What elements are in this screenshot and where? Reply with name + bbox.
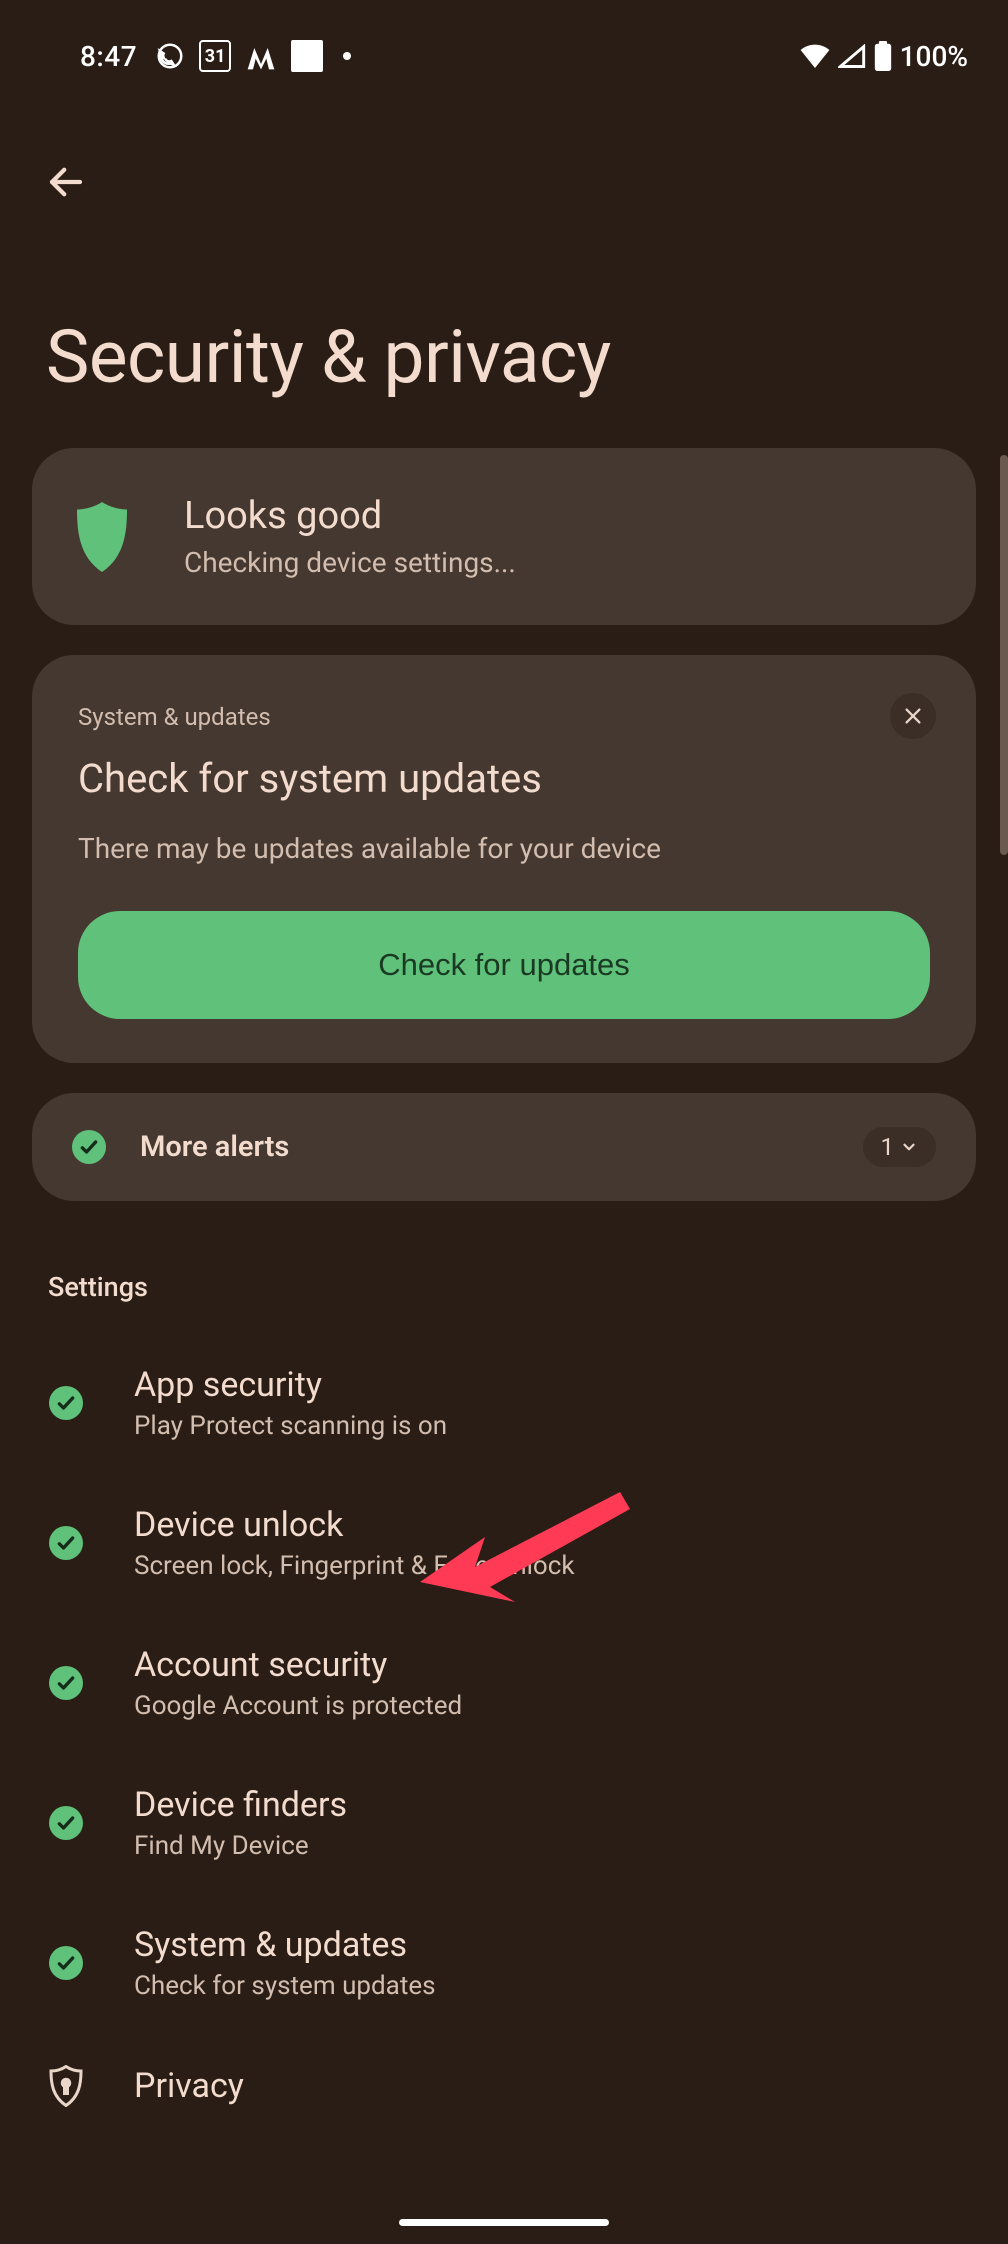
check-icon: [72, 1130, 106, 1164]
status-left: 8:47 31: [80, 40, 351, 73]
setting-subtitle: Check for system updates: [134, 1971, 436, 2001]
chevron-down-icon: [900, 1138, 918, 1156]
system-updates-card: System & updates Check for system update…: [32, 655, 976, 1063]
status-bar: 8:47 31 100%: [0, 0, 1008, 90]
shield-icon: [72, 502, 132, 572]
clock-text: 8:47: [80, 40, 137, 73]
alerts-count-pill: 1: [863, 1127, 937, 1167]
setting-title: Device finders: [134, 1785, 347, 1825]
notification-dot-icon: [343, 52, 351, 60]
back-button[interactable]: [34, 150, 98, 214]
status-subtitle: Checking device settings...: [184, 546, 516, 579]
status-right: 100%: [800, 40, 968, 73]
security-status-card[interactable]: Looks good Checking device settings...: [32, 448, 976, 625]
setting-subtitle: Google Account is protected: [134, 1691, 462, 1721]
check-icon: [49, 1526, 83, 1560]
battery-icon: [874, 41, 892, 71]
content: Looks good Checking device settings... S…: [0, 448, 1008, 2139]
setting-app-security[interactable]: App security Play Protect scanning is on: [32, 1333, 976, 1473]
setting-title: Account security: [134, 1645, 462, 1685]
check-icon: [49, 1946, 83, 1980]
gesture-bar[interactable]: [399, 2219, 609, 2226]
setting-system-updates[interactable]: System & updates Check for system update…: [32, 1893, 976, 2033]
settings-section-label: Settings: [32, 1231, 976, 1333]
setting-title: Privacy: [134, 2066, 244, 2106]
scrollbar[interactable]: [1000, 455, 1008, 855]
setting-subtitle: Play Protect scanning is on: [134, 1411, 447, 1441]
check-icon: [49, 1386, 83, 1420]
wifi-icon: [800, 44, 830, 68]
setting-device-unlock[interactable]: Device unlock Screen lock, Fingerprint &…: [32, 1473, 976, 1613]
setting-subtitle: Screen lock, Fingerprint & Face Unlock: [134, 1551, 575, 1581]
update-eyebrow: System & updates: [78, 703, 930, 731]
check-icon: [49, 1666, 83, 1700]
setting-device-finders[interactable]: Device finders Find My Device: [32, 1753, 976, 1893]
more-alerts-label: More alerts: [140, 1130, 829, 1164]
battery-percent: 100%: [900, 40, 968, 73]
more-alerts-row[interactable]: More alerts 1: [32, 1093, 976, 1201]
setting-title: System & updates: [134, 1925, 436, 1965]
privacy-shield-icon: [48, 2065, 84, 2107]
status-title: Looks good: [184, 494, 516, 538]
setting-privacy[interactable]: Privacy: [32, 2033, 976, 2139]
calendar-icon: 31: [199, 40, 231, 72]
m-app-icon: [245, 41, 277, 71]
close-icon: [902, 705, 924, 727]
page-title: Security & privacy: [34, 214, 974, 448]
alerts-count: 1: [881, 1133, 895, 1161]
setting-title: App security: [134, 1365, 447, 1405]
update-description: There may be updates available for your …: [78, 832, 930, 865]
cellular-icon: [838, 44, 866, 68]
setting-subtitle: Find My Device: [134, 1831, 347, 1861]
app-bar: Security & privacy: [0, 90, 1008, 448]
check-icon: [49, 1806, 83, 1840]
update-title: Check for system updates: [78, 755, 930, 802]
dismiss-button[interactable]: [890, 693, 936, 739]
check-updates-button[interactable]: Check for updates: [78, 911, 930, 1019]
app-icon: [291, 40, 323, 72]
whatsapp-icon: [155, 41, 185, 71]
arrow-left-icon: [45, 161, 87, 203]
setting-title: Device unlock: [134, 1505, 575, 1545]
setting-account-security[interactable]: Account security Google Account is prote…: [32, 1613, 976, 1753]
